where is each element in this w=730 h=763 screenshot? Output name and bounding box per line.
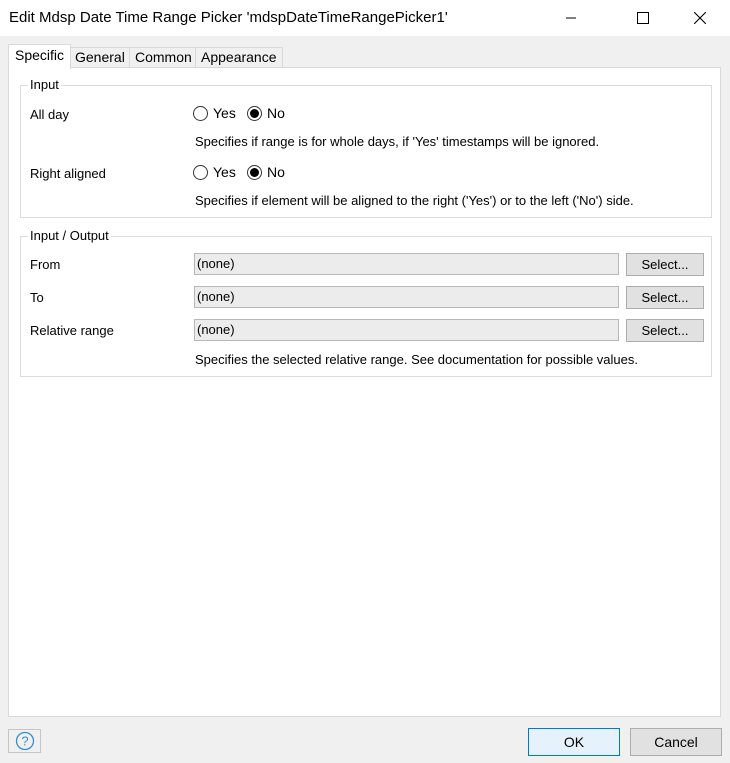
input-output-group-title: Input / Output	[28, 228, 111, 244]
tab-common[interactable]: Common	[129, 47, 198, 68]
right-aligned-label: Right aligned	[30, 166, 106, 181]
from-select-button[interactable]: Select...	[626, 253, 704, 276]
radio-unchecked-icon	[193, 105, 208, 121]
right-aligned-yes-label: Yes	[213, 164, 236, 180]
help-button[interactable]: ?	[8, 729, 41, 753]
tab-specific[interactable]: Specific	[8, 44, 72, 69]
window-title: Edit Mdsp Date Time Range Picker 'mdspDa…	[9, 9, 448, 26]
all-day-help-text: Specifies if range is for whole days, if…	[195, 134, 600, 149]
tab-appearance[interactable]: Appearance	[195, 47, 283, 68]
dialog-footer: ? OK Cancel	[0, 717, 730, 763]
relative-range-help-text: Specifies the selected relative range. S…	[195, 352, 638, 367]
input-group: Input All day Yes No Specifies if range …	[20, 77, 712, 218]
all-day-yes-radio[interactable]: Yes	[193, 105, 236, 121]
right-aligned-help-text: Specifies if element will be aligned to …	[195, 193, 634, 208]
close-icon	[694, 12, 706, 24]
relative-range-select-button[interactable]: Select...	[626, 319, 704, 342]
maximize-icon	[637, 12, 649, 24]
question-mark-icon: ?	[15, 731, 34, 751]
to-field[interactable]: (none)	[194, 286, 619, 308]
minimize-button[interactable]	[548, 0, 594, 36]
ok-button[interactable]: OK	[528, 728, 620, 756]
relative-range-field[interactable]: (none)	[194, 319, 619, 341]
close-button[interactable]	[677, 0, 723, 36]
tab-panel-specific: Input All day Yes No Specifies if range …	[8, 67, 721, 717]
to-label: To	[30, 290, 44, 305]
all-day-no-label: No	[267, 105, 285, 121]
right-aligned-yes-radio[interactable]: Yes	[193, 164, 236, 180]
right-aligned-no-label: No	[267, 164, 285, 180]
all-day-yes-label: Yes	[213, 105, 236, 121]
radio-checked-icon	[247, 164, 262, 180]
to-select-button[interactable]: Select...	[626, 286, 704, 309]
maximize-button[interactable]	[620, 0, 666, 36]
from-label: From	[30, 257, 61, 272]
relative-range-label: Relative range	[30, 323, 114, 338]
all-day-label: All day	[30, 107, 70, 122]
cancel-button[interactable]: Cancel	[630, 728, 722, 756]
svg-text:?: ?	[21, 734, 28, 749]
radio-checked-icon	[247, 105, 262, 121]
all-day-no-radio[interactable]: No	[247, 105, 285, 121]
input-output-group: Input / Output From (none) Select... To …	[20, 228, 712, 377]
radio-unchecked-icon	[193, 164, 208, 180]
input-group-title: Input	[28, 77, 61, 93]
from-field[interactable]: (none)	[194, 253, 619, 275]
title-bar: Edit Mdsp Date Time Range Picker 'mdspDa…	[0, 0, 730, 36]
right-aligned-no-radio[interactable]: No	[247, 164, 285, 180]
tab-general[interactable]: General	[69, 47, 131, 68]
minimize-icon	[566, 17, 576, 19]
